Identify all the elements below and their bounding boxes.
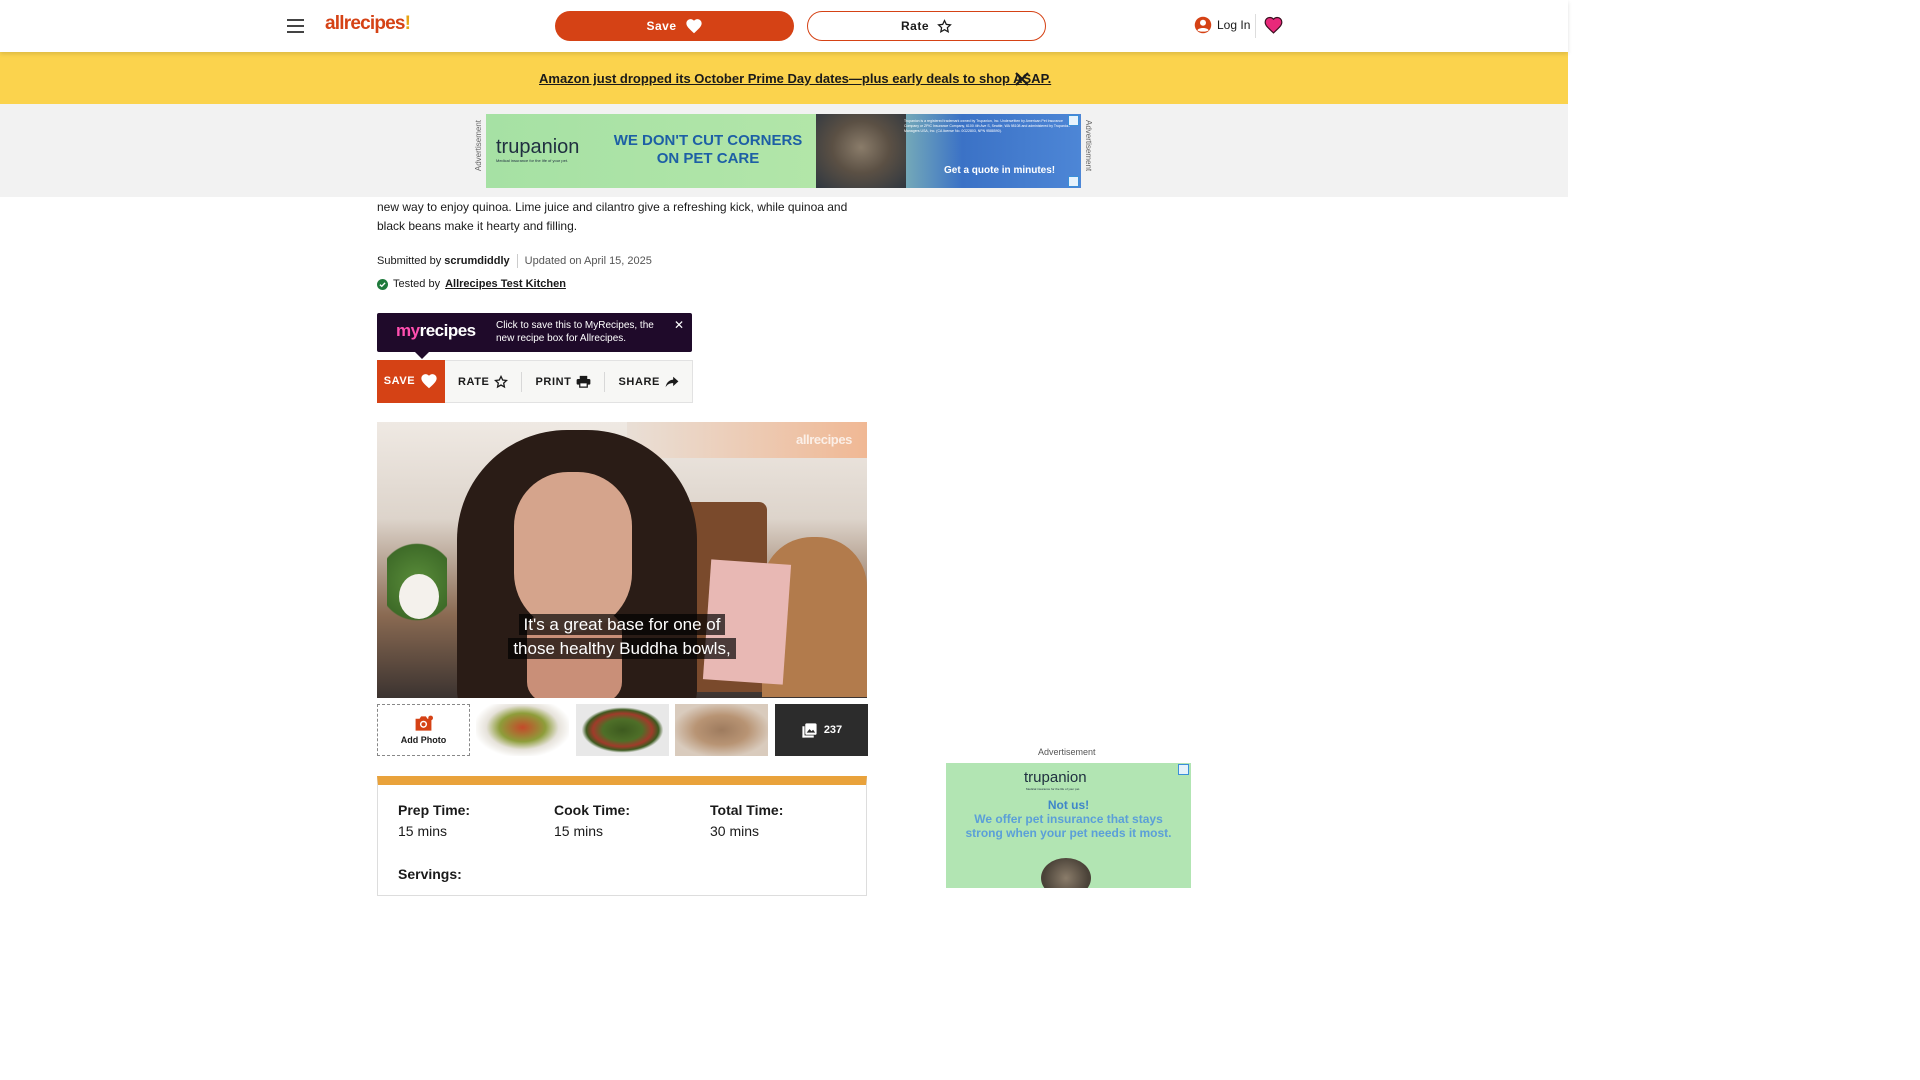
adchoices-icon[interactable] — [1068, 115, 1079, 126]
cook-time-label: Cook Time: — [554, 802, 630, 818]
photo-count: 237 — [823, 724, 843, 736]
rate-button[interactable]: RATE — [445, 372, 522, 392]
video-scene — [399, 574, 439, 619]
author-link[interactable]: scrumdiddly — [444, 255, 509, 267]
print-button[interactable]: PRINT — [521, 371, 604, 392]
myrecipes-logo-recipes: recipes — [419, 321, 477, 340]
ad-fine-print: Trupanion is a registered trademark owne… — [904, 119, 1070, 133]
myrecipes-message: Click to save this to MyRecipes, the new… — [496, 320, 654, 344]
byline: Submitted by scrumdiddly Updated on Apri… — [377, 254, 652, 268]
print-label: PRINT — [535, 375, 572, 388]
top-banner-ad[interactable]: trupanion Medical insurance for the life… — [486, 114, 1081, 188]
menu-icon[interactable] — [287, 19, 304, 33]
prep-time: Prep Time: 15 mins — [398, 802, 470, 839]
header-save-button[interactable]: Save — [555, 11, 794, 41]
add-photo-button[interactable]: Add Photo — [377, 704, 470, 756]
recipe-video-player[interactable]: allrecipes It's a great base for one of … — [377, 422, 867, 698]
promo-banner: Amazon just dropped its October Prime Da… — [0, 52, 1568, 104]
tooltip-pointer — [415, 352, 429, 359]
heart-icon — [1264, 16, 1283, 34]
login-link[interactable]: Log In — [1194, 16, 1250, 34]
recipe-intro: new way to enjoy quinoa. Lime juice and … — [377, 200, 848, 233]
ad-label: Advertisement — [1038, 747, 1096, 757]
ad-cta[interactable]: Get a quote in minutes! — [944, 165, 1055, 176]
gallery-thumbnail[interactable] — [476, 704, 569, 756]
ad-label-left: Advertisement — [474, 120, 483, 172]
close-icon[interactable] — [1015, 72, 1029, 86]
star-outline-icon — [937, 18, 952, 33]
adchoices-icon[interactable] — [1178, 764, 1189, 775]
site-logo[interactable]: allrecipes! — [325, 13, 411, 35]
video-caption-line: It's a great base for one of — [377, 614, 867, 635]
header-rate-label: Rate — [900, 19, 929, 33]
updated-date: Updated on April 15, 2025 — [524, 255, 652, 267]
printer-icon — [577, 375, 591, 388]
recipe-details-card: Prep Time: 15 mins Cook Time: 15 mins To… — [377, 776, 867, 896]
gallery-thumbnail[interactable] — [576, 704, 669, 756]
share-button[interactable]: SHARE — [604, 371, 692, 392]
caption-text: It's a great base for one of — [518, 614, 726, 635]
total-time-value: 30 mins — [710, 823, 760, 839]
heart-icon — [685, 19, 702, 34]
save-label: SAVE — [383, 375, 416, 387]
prep-time-value: 15 mins — [398, 823, 448, 839]
user-account-icon — [1194, 16, 1212, 34]
ad-logo: trupanion — [1024, 769, 1087, 786]
recipe-action-bar: SAVE RATE PRINT SHARE — [377, 359, 693, 403]
star-outline-icon — [494, 374, 509, 388]
camera-add-icon — [415, 715, 433, 731]
gallery-thumbnail[interactable] — [675, 704, 768, 756]
gallery-more-button[interactable]: 237 — [775, 704, 868, 756]
ad-copy: Not us! We offer pet insurance that stay… — [946, 798, 1191, 840]
ad-label-right: Advertisement — [1084, 120, 1093, 172]
header-save-label: Save — [646, 19, 677, 33]
verified-check-icon — [377, 278, 388, 290]
servings: Servings: — [398, 866, 462, 882]
prep-time-label: Prep Time: — [398, 802, 471, 818]
cook-time-value: 15 mins — [554, 823, 604, 839]
ad-logo-tagline: Medical insurance for the life of your p… — [496, 158, 569, 163]
share-arrow-icon — [665, 376, 679, 387]
video-caption-line: those healthy Buddha bowls, — [377, 638, 867, 659]
ad-logo: trupanion — [496, 136, 580, 158]
add-photo-label: Add Photo — [400, 735, 447, 745]
video-presenter — [514, 472, 632, 632]
tested-prefix: Tested by — [393, 278, 441, 290]
sidebar-ad[interactable]: trupanion Medical insurance for the life… — [946, 763, 1191, 888]
nav-divider — [1255, 14, 1256, 38]
ad-copy-line1: Not us! — [1047, 798, 1090, 812]
ad-copy-line2: We offer pet insurance that stays strong… — [965, 812, 1172, 840]
share-label: SHARE — [618, 375, 660, 388]
save-button[interactable]: SAVE — [377, 359, 445, 403]
logo-bang: ! — [404, 13, 411, 34]
tested-by: Tested by Allrecipes Test Kitchen — [377, 278, 566, 290]
login-label: Log In — [1217, 18, 1251, 32]
ad-kitten-image — [1041, 858, 1091, 888]
promo-link[interactable]: Amazon just dropped its October Prime Da… — [539, 71, 1051, 86]
myrecipes-logo: myrecipes — [396, 321, 476, 341]
video-watermark: allrecipes — [796, 432, 852, 447]
saved-recipes-link[interactable] — [1264, 16, 1283, 39]
myrecipes-tooltip: myrecipes Click to save this to MyRecipe… — [377, 313, 692, 352]
close-icon[interactable]: ✕ — [674, 318, 684, 332]
ad-kitten-image — [816, 114, 906, 188]
heart-icon — [421, 374, 437, 389]
logo-text: allrecipes — [325, 13, 405, 34]
ad-logo-tagline: Medical insurance for the life of your p… — [1026, 787, 1081, 791]
top-navigation: allrecipes! Save Rate Log In — [0, 0, 1568, 52]
byline-divider — [516, 254, 518, 268]
photo-gallery-icon — [802, 722, 817, 738]
servings-label: Servings: — [398, 866, 462, 882]
cook-time: Cook Time: 15 mins — [554, 802, 630, 839]
total-time: Total Time: 30 mins — [710, 802, 783, 839]
rate-label: RATE — [457, 375, 490, 388]
caption-text: those healthy Buddha bowls, — [508, 638, 736, 659]
test-kitchen-link[interactable]: Allrecipes Test Kitchen — [445, 278, 566, 290]
ad-headline: WE DON'T CUT CORNERS ON PET CARE — [613, 132, 803, 167]
myrecipes-logo-my: my — [396, 321, 420, 340]
adchoices-icon[interactable] — [1068, 176, 1079, 187]
total-time-label: Total Time: — [710, 802, 784, 818]
submitted-prefix: Submitted by — [377, 255, 442, 267]
header-rate-button[interactable]: Rate — [807, 11, 1046, 41]
